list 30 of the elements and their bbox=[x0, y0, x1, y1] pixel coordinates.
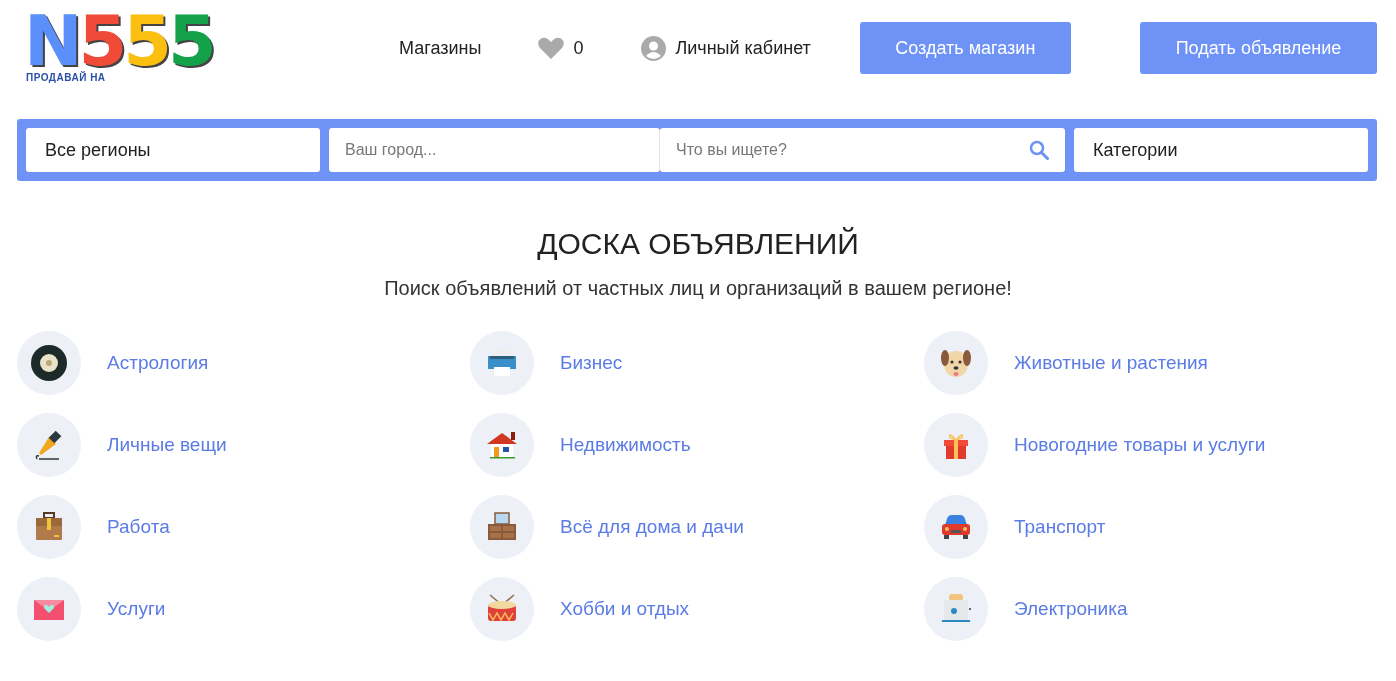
post-ad-button[interactable]: Подать объявление bbox=[1140, 22, 1377, 74]
category-link[interactable]: Хобби и отдых bbox=[560, 598, 690, 620]
shops-link[interactable]: Магазины bbox=[399, 37, 482, 59]
category-select[interactable]: Категории bbox=[1074, 128, 1368, 172]
region-select[interactable]: Все регионы bbox=[26, 128, 320, 172]
category-link[interactable]: Услуги bbox=[107, 598, 166, 620]
logo-letter[interactable]: 5 bbox=[78, 12, 124, 70]
category-link[interactable]: Работа bbox=[107, 516, 170, 538]
category-link[interactable]: Транспорт bbox=[1014, 516, 1106, 538]
category-link[interactable]: Астрология bbox=[107, 352, 209, 374]
search-icon[interactable] bbox=[1029, 140, 1049, 160]
create-shop-button[interactable]: Создать магазин bbox=[859, 22, 1071, 74]
account-link[interactable]: Личный кабинет bbox=[675, 37, 811, 59]
category-link[interactable]: Личные вещи bbox=[107, 434, 227, 456]
heart-icon[interactable] bbox=[538, 37, 565, 59]
favorites-count: 0 bbox=[573, 37, 584, 59]
category-link[interactable]: Бизнес bbox=[560, 352, 623, 374]
category-link[interactable]: Новогодние товары и услуги bbox=[1014, 434, 1266, 456]
category-link[interactable]: Недвижимость bbox=[560, 434, 691, 456]
category-link[interactable]: Животные и растения bbox=[1014, 352, 1208, 374]
user-avatar-icon bbox=[641, 35, 667, 61]
category-link[interactable]: Электроника bbox=[1014, 598, 1128, 620]
category-link[interactable]: Всё для дома и дачи bbox=[560, 516, 744, 538]
logo-letter[interactable]: N bbox=[24, 12, 79, 70]
logo-tagline: ПРОДАВАЙ НА bbox=[24, 72, 108, 83]
logo-letter[interactable]: 5 bbox=[168, 12, 213, 70]
city-field[interactable]: Ваш город... bbox=[329, 128, 660, 172]
search-field[interactable]: Что вы ищете? bbox=[660, 128, 1065, 172]
page-heading: ДОСКА ОБЪЯВЛЕНИЙ bbox=[536, 227, 860, 261]
page-subheading: Поиск объявлений от частных лиц и организаций в вашем регионе! bbox=[383, 277, 1013, 300]
